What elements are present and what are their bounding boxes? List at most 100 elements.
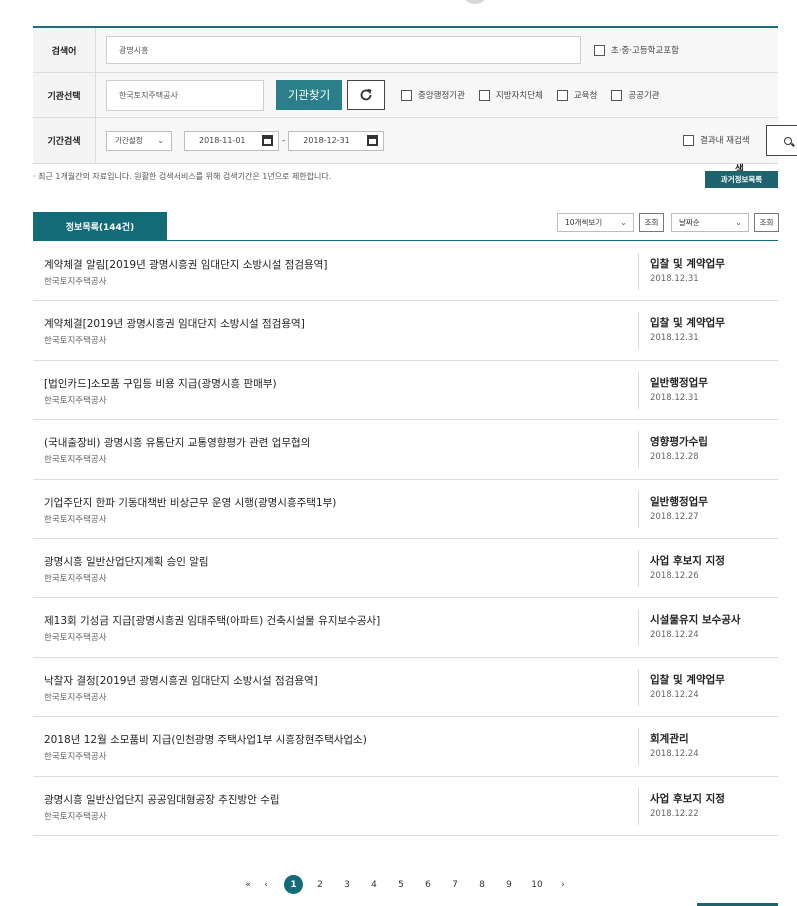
info-list: 계약체결 알림[2019년 광명시흥권 임대단지 소방시설 점검용역] 한국토지주… <box>33 242 778 836</box>
list-item[interactable]: [법인카드]소모품 구입등 비용 지급(광명시흥 판매부) 한국토지주택공사 일반행… <box>33 361 778 421</box>
item-divider <box>638 609 639 647</box>
sort-view-button[interactable]: 조회 <box>754 213 779 232</box>
item-title[interactable]: 광명시흥 일반산업단지 공공임대형공장 추진방안 수립 <box>44 792 280 807</box>
item-date: 2018.12.24 <box>650 689 699 700</box>
page-link[interactable]: 4 <box>368 875 380 895</box>
item-date: 2018.12.22 <box>650 808 699 819</box>
item-category: 일반행정업무 <box>650 376 708 389</box>
period-select[interactable]: 기간설정 ⌄ <box>106 130 172 151</box>
page-link[interactable]: 8 <box>476 875 488 895</box>
search-notice: · 최근 1개월간의 자료입니다. 원활한 검색서비스를 위해 검색기간은 1년… <box>33 172 332 181</box>
item-divider <box>638 253 639 290</box>
item-category: 입찰 및 계약업무 <box>650 673 725 686</box>
item-org: 한국토지주택공사 <box>44 633 107 644</box>
page-size-view-button[interactable]: 조회 <box>639 213 664 232</box>
item-title[interactable]: 계약체결[2019년 광명시흥권 임대단지 소방시설 점검용역] <box>44 316 305 331</box>
item-divider <box>638 490 639 528</box>
page-size-value: 10개씩보기 <box>565 218 603 227</box>
agency-type-local-checkbox[interactable]: 지방자치단체 <box>478 89 543 101</box>
item-category: 시설물유지 보수공사 <box>650 614 741 627</box>
list-item[interactable]: 기업주단지 한파 기동대책반 비상근무 운영 시행(광명시흥주택1부) 한국토지주… <box>33 480 778 539</box>
checkbox-icon <box>683 134 694 146</box>
item-title[interactable]: 제13회 기성금 지급[광명시흥권 임대주택(아파트) 건축시설물 유지보수공사… <box>44 613 380 628</box>
item-category: 입찰 및 계약업무 <box>650 317 725 330</box>
page-link[interactable]: 5 <box>395 875 407 895</box>
item-title[interactable]: 계약체결 알림[2019년 광명시흥권 임대단지 소방시설 점검용역] <box>44 257 327 272</box>
item-divider <box>638 312 639 350</box>
page-link[interactable]: 6 <box>422 875 434 895</box>
list-item[interactable]: 광명시흥 일반산업단지 공공임대형공장 추진방안 수립 한국토지주택공사 사업 후보… <box>33 777 778 836</box>
chevron-down-icon: ⌄ <box>620 218 627 227</box>
agency-type-label: 공공기관 <box>628 91 660 101</box>
item-category: 입찰 및 계약업무 <box>650 258 725 270</box>
list-item[interactable]: 계약체결 알림[2019년 광명시흥권 임대단지 소방시설 점검용역] 한국토지주… <box>33 242 778 302</box>
date-to-value: 2018-12-31 <box>303 136 350 145</box>
list-item[interactable]: 2018년 12월 소모품비 지급(인천광명 주택사업1부 시흥장현주택사업소)… <box>33 717 778 777</box>
page-link[interactable]: 9 <box>503 875 515 895</box>
tab-underline <box>33 240 778 241</box>
agency-type-public-checkbox[interactable]: 공공기관 <box>611 89 660 101</box>
agency-row: 기관선택 한국토지주택공사 기관찾기 중앙행정기관 지방자치단체 교육청 공공기… <box>33 73 778 118</box>
item-date: 2018.12.31 <box>650 392 699 403</box>
list-item[interactable]: 계약체결[2019년 광명시흥권 임대단지 소방시설 점검용역] 한국토지주택공사… <box>33 301 778 361</box>
refresh-button[interactable] <box>347 80 385 110</box>
checkbox-icon <box>594 44 605 56</box>
search-button[interactable]: 검 <box>766 125 797 156</box>
period-label: 기간검색 <box>33 118 96 163</box>
page-size-select[interactable]: 10개씩보기 ⌄ <box>557 213 634 232</box>
item-title[interactable]: 낙찰자 결정[2019년 광명시흥권 임대단지 소방시설 점검용역] <box>44 673 318 688</box>
item-org: 한국토지주택공사 <box>44 573 107 584</box>
item-title[interactable]: 광명시흥 일반산업단지계획 승인 알림 <box>44 554 209 569</box>
calendar-icon[interactable] <box>367 134 379 146</box>
item-title[interactable]: (국내출장비) 광명시흥 유통단지 교통영향평가 관련 업무협의 <box>44 435 310 450</box>
item-category: 일반행정업무 <box>650 495 708 508</box>
agency-input[interactable]: 한국토지주택공사 <box>106 79 264 111</box>
item-org: 한국토지주택공사 <box>44 692 107 703</box>
agency-type-education-checkbox[interactable]: 교육청 <box>556 89 597 101</box>
list-item[interactable]: 광명시흥 일반산업단지계획 승인 알림한국토지주택공사 사업 후보지 지정 2018… <box>33 539 778 599</box>
chevron-down-icon: ⌄ <box>735 218 742 227</box>
keyword-input[interactable]: 광명시흥 <box>106 36 581 64</box>
prev-page-icon[interactable]: ‹ <box>260 875 272 895</box>
item-org: 한국토지주택공사 <box>44 752 107 763</box>
next-page-icon[interactable]: › <box>557 875 569 895</box>
first-page-icon[interactable]: « <box>240 875 256 895</box>
list-item[interactable]: 제13회 기성금 지급[광명시흥권 임대주택(아파트) 건축시설물 유지보수공사… <box>33 598 778 658</box>
sort-select[interactable]: 날짜순 ⌄ <box>671 213 749 232</box>
agency-type-label: 중앙행정기관 <box>418 91 465 101</box>
period-row: 기간검색 기간설정 ⌄ 2018-11-01 - 2018-12-31 결과내 … <box>33 118 797 163</box>
include-school-checkbox[interactable]: 초·중·고등학교포함 <box>594 44 679 56</box>
calendar-icon[interactable] <box>262 134 273 146</box>
agency-type-central-checkbox[interactable]: 중앙행정기관 <box>401 89 465 101</box>
search-icon <box>784 136 793 145</box>
item-org: 한국토지주택공사 <box>44 811 107 822</box>
tab-info-list[interactable]: 정보목록(144건) <box>33 212 167 241</box>
item-title[interactable]: 기업주단지 한파 기동대책반 비상근무 운영 시행(광명시흥주택1부) <box>44 495 336 510</box>
keyword-label: 검색어 <box>33 28 96 72</box>
find-agency-button[interactable]: 기관찾기 <box>276 80 342 110</box>
item-category: 사업 후보지 지정 <box>650 554 725 567</box>
item-title[interactable]: [법인카드]소모품 구입등 비용 지급(광명시흥 판매부) <box>44 376 277 391</box>
item-org: 한국토지주택공사 <box>44 336 107 347</box>
page-link[interactable]: 2 <box>314 875 326 895</box>
old-info-button[interactable]: 과거정보목록 <box>705 171 778 188</box>
item-date: 2018.12.26 <box>650 570 699 581</box>
item-divider <box>638 371 639 409</box>
item-org: 한국토지주택공사 <box>44 395 107 406</box>
page-link[interactable]: 1 <box>284 875 303 894</box>
page-link[interactable]: 7 <box>449 875 461 895</box>
within-results-checkbox[interactable]: 결과내 재검색 <box>683 134 750 146</box>
page-link[interactable]: 10 <box>528 875 546 895</box>
pagination: «‹ 1 2 3 4 5 6 7 8 9 10 › <box>0 875 797 895</box>
item-title[interactable]: 2018년 12월 소모품비 지급(인천광명 주택사업1부 시흥장현주택사업소) <box>44 732 367 747</box>
agency-label: 기관선택 <box>33 73 96 117</box>
checkbox-icon <box>556 89 568 101</box>
list-item[interactable]: (국내출장비) 광명시흥 유통단지 교통영향평가 관련 업무협의 한국토지주택공사… <box>33 420 778 480</box>
page-link[interactable]: 3 <box>341 875 353 895</box>
include-school-label: 초·중·고등학교포함 <box>611 46 679 56</box>
list-item[interactable]: 낙찰자 결정[2019년 광명시흥권 임대단지 소방시설 점검용역] 한국토지주택… <box>33 658 778 718</box>
date-from-input[interactable]: 2018-11-01 <box>184 130 279 151</box>
keyword-row: 검색어 광명시흥 초·중·고등학교포함 <box>33 28 778 73</box>
date-to-input[interactable]: 2018-12-31 <box>288 130 385 151</box>
date-from-value: 2018-11-01 <box>199 136 246 145</box>
